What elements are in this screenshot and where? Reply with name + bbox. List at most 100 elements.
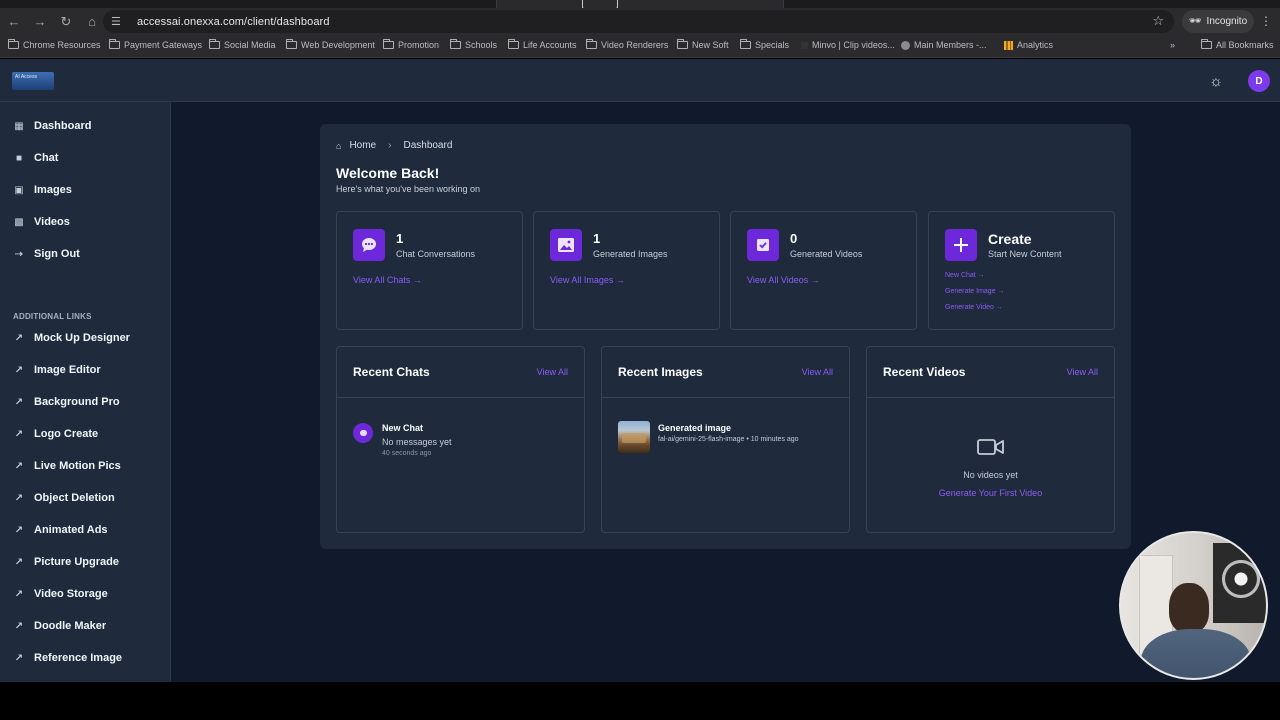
sidebar-item-dashboard[interactable]: ▦ Dashboard	[14, 120, 91, 132]
sidebar-item-label: Dashboard	[34, 120, 92, 132]
bookmark-label: Minvo | Clip videos...	[812, 40, 895, 50]
bookmark-folder[interactable]: Social Media	[209, 39, 276, 50]
sidebar-item-images[interactable]: ▣ Images	[14, 184, 72, 196]
bookmarks-bar: Chrome Resources Payment Gateways Social…	[0, 35, 1280, 58]
screen-bottom-border	[0, 682, 1280, 720]
sidebar-link-image-editor[interactable]: ↗ Image Editor	[14, 364, 101, 376]
bookmark-folder[interactable]: Schools	[450, 39, 497, 50]
bookmark-site[interactable]: Analytics	[1004, 40, 1053, 50]
home-icon[interactable]: ⌂	[79, 9, 105, 35]
view-all-link[interactable]: View All	[1067, 367, 1098, 377]
bookmark-site[interactable]: Minvo | Clip videos...	[801, 40, 895, 50]
sidebar-link-live-motion-pics[interactable]: ↗ Live Motion Pics	[14, 460, 121, 472]
sidebar-link-mock-up-designer[interactable]: ↗ Mock Up Designer	[14, 332, 130, 344]
site-info-icon[interactable]: ☰	[111, 15, 129, 28]
plus-icon	[945, 229, 977, 261]
home-icon[interactable]: ⌂	[336, 141, 341, 151]
folder-icon	[677, 39, 688, 49]
new-chat-link[interactable]: New Chat →	[945, 272, 985, 279]
video-camera-icon	[977, 439, 1004, 455]
generate-first-video-link[interactable]: Generate Your First Video	[867, 488, 1114, 498]
address-bar[interactable]: ☰ accessai.onexxa.com/client/dashboard ☆	[103, 10, 1174, 33]
incognito-indicator[interactable]: 🕶 Incognito	[1182, 10, 1254, 33]
bookmark-folder[interactable]: Life Accounts	[508, 39, 577, 50]
sidebar-link-picture-upgrade[interactable]: ↗ Picture Upgrade	[14, 556, 119, 568]
card-title: Recent Videos	[883, 365, 966, 379]
forward-icon[interactable]: →	[27, 9, 53, 35]
reload-icon[interactable]: ↻	[53, 9, 79, 35]
stat-count: 1	[396, 231, 404, 246]
image-icon: ▣	[14, 184, 24, 196]
stat-card-videos: 0 Generated Videos View All Videos →	[730, 211, 917, 330]
sidebar-item-label: Doodle Maker	[34, 620, 107, 632]
generate-video-link[interactable]: Generate Video →	[945, 304, 1003, 311]
bookmark-folder[interactable]: Promotion	[383, 39, 439, 50]
app-logo[interactable]: AI Access	[12, 72, 54, 90]
view-all-videos-link[interactable]: View All Videos →	[747, 275, 820, 285]
sidebar-link-background-pro[interactable]: ↗ Background Pro	[14, 396, 120, 408]
globe-icon	[901, 40, 910, 50]
bookmark-star-icon[interactable]: ☆	[1152, 13, 1164, 29]
sidebar-item-videos[interactable]: ▩ Videos	[14, 216, 70, 228]
folder-icon	[1201, 39, 1212, 49]
view-all-images-link[interactable]: View All Images →	[550, 275, 625, 285]
sidebar-link-reference-image[interactable]: ↗ Reference Image	[14, 652, 122, 664]
sidebar-link-doodle-maker[interactable]: ↗ Doodle Maker	[14, 620, 106, 632]
sidebar-item-label: Reference Image	[34, 652, 123, 664]
sidebar-link-object-deletion[interactable]: ↗ Object Deletion	[14, 492, 115, 504]
folder-icon	[740, 39, 751, 49]
bookmark-label: Main Members -...	[914, 40, 987, 50]
external-link-icon: ↗	[14, 620, 24, 632]
image-thumbnail[interactable]	[618, 421, 650, 453]
card-header: Recent Images View All	[602, 347, 849, 398]
recent-videos-card: Recent Videos View All No videos yet Gen…	[866, 346, 1115, 533]
sidebar-link-video-storage[interactable]: ↗ Video Storage	[14, 588, 108, 600]
theme-toggle-sun-icon[interactable]: ☼	[1206, 71, 1226, 91]
item-meta: fal-ai/gemini-25-flash-image • 10 minute…	[658, 436, 799, 443]
item-subtitle: No messages yet	[382, 437, 452, 447]
bookmark-label: Chrome Resources	[23, 40, 101, 50]
back-icon[interactable]: ←	[1, 9, 27, 35]
bookmark-folder[interactable]: Chrome Resources	[8, 39, 101, 50]
browser-menu-icon[interactable]: ⋮	[1260, 14, 1272, 28]
external-link-icon: ↗	[14, 652, 24, 664]
view-all-link[interactable]: View All	[537, 367, 568, 377]
chat-bubble-icon	[353, 423, 373, 443]
url-text[interactable]: accessai.onexxa.com/client/dashboard	[137, 16, 330, 28]
bookmark-label: Web Development	[301, 40, 375, 50]
sidebar-item-chat[interactable]: ■ Chat	[14, 152, 58, 164]
bookmark-folder[interactable]: Specials	[740, 39, 789, 50]
bookmark-folder[interactable]: New Soft	[677, 39, 729, 50]
item-title: Generated image	[658, 423, 732, 433]
bookmark-label: Social Media	[224, 40, 276, 50]
sidebar-link-logo-create[interactable]: ↗ Logo Create	[14, 428, 98, 440]
sidebar-item-sign-out[interactable]: ⇢ Sign Out	[14, 248, 80, 260]
external-link-icon: ↗	[14, 524, 24, 536]
bookmark-folder[interactable]: Web Development	[286, 39, 375, 50]
view-all-link[interactable]: View All	[802, 367, 833, 377]
stat-card-images: 1 Generated Images View All Images →	[533, 211, 720, 330]
user-avatar[interactable]: D	[1248, 70, 1270, 92]
sidebar-item-label: Chat	[34, 152, 59, 164]
folder-icon	[209, 39, 220, 49]
bookmark-label: All Bookmarks	[1216, 40, 1274, 50]
more-bookmarks-button[interactable]: »	[1170, 40, 1175, 50]
sidebar-link-animated-ads[interactable]: ↗ Animated Ads	[14, 524, 108, 536]
generate-image-link[interactable]: Generate Image →	[945, 288, 1005, 295]
bookmark-label: Video Renderers	[601, 40, 669, 50]
breadcrumb-home[interactable]: Home	[349, 140, 376, 151]
sidebar-item-label: Animated Ads	[34, 524, 108, 536]
more-bookmarks-icon: »	[1170, 40, 1176, 50]
video-icon: ▩	[14, 216, 24, 228]
view-all-chats-link[interactable]: View All Chats →	[353, 275, 422, 285]
bookmark-folder[interactable]: Video Renderers	[586, 39, 669, 50]
recent-chats-card: Recent Chats View All New Chat No messag…	[336, 346, 585, 533]
sidebar-item-label: Logo Create	[34, 428, 99, 440]
breadcrumb-current: Dashboard	[403, 140, 453, 151]
additional-links-heading: ADDITIONAL LINKS	[13, 312, 92, 321]
all-bookmarks-folder[interactable]: All Bookmarks	[1201, 39, 1274, 50]
bookmark-folder[interactable]: Payment Gateways	[109, 39, 202, 50]
bookmark-site[interactable]: Main Members -...	[901, 40, 987, 50]
sidebar-item-label: Live Motion Pics	[34, 460, 121, 472]
folder-icon	[383, 39, 394, 49]
